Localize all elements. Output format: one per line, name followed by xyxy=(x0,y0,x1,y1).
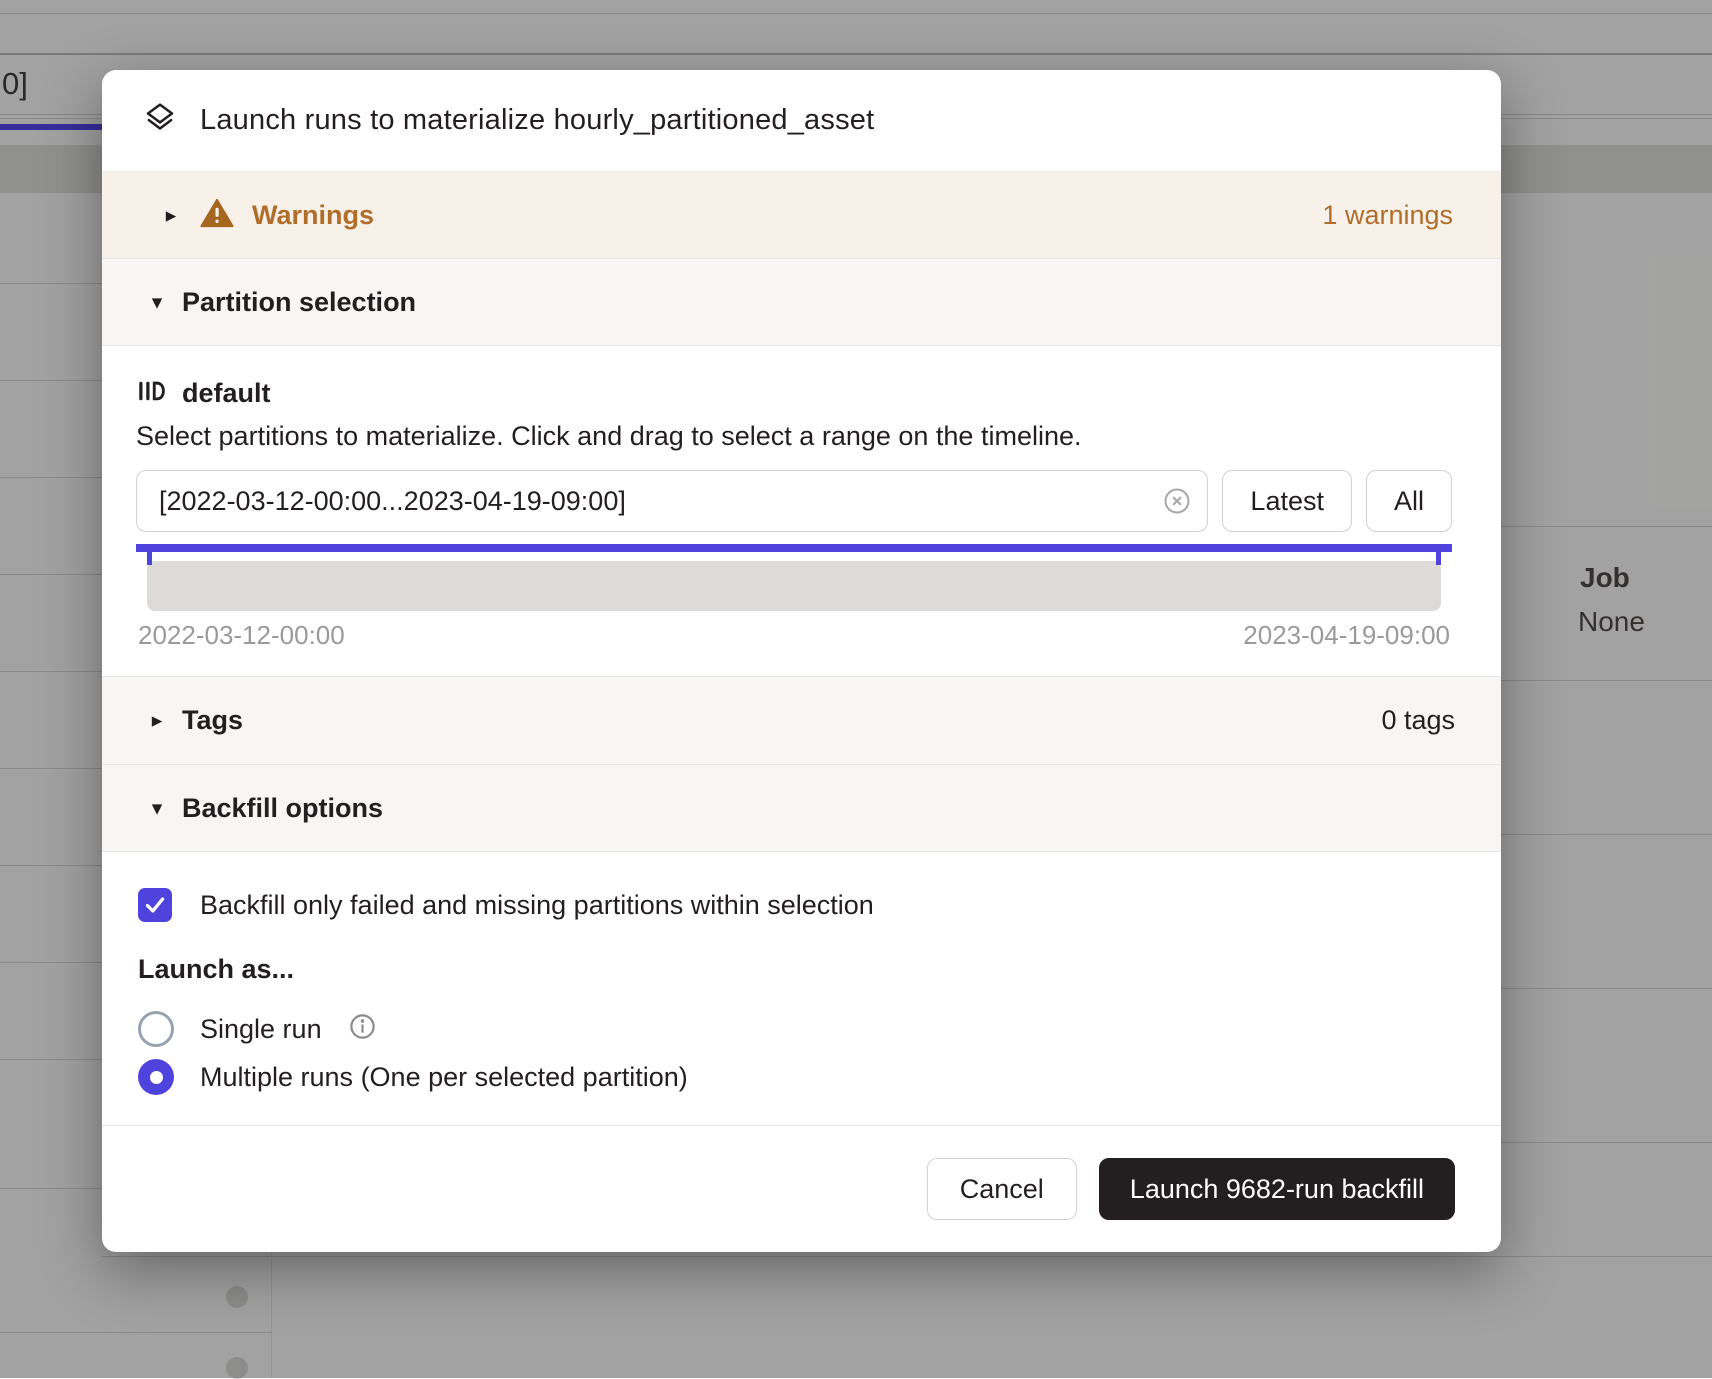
latest-button[interactable]: Latest xyxy=(1222,470,1352,532)
timeline-track[interactable] xyxy=(147,561,1441,611)
partition-selection-header: Partition selection xyxy=(182,287,416,318)
partition-range-row: Latest All xyxy=(136,470,1452,532)
cancel-button[interactable]: Cancel xyxy=(927,1158,1077,1220)
partition-set-icon xyxy=(136,376,166,411)
partition-selection-body: default Select partitions to materialize… xyxy=(102,346,1501,676)
partition-range-input[interactable] xyxy=(136,470,1208,532)
timeline-date-labels: 2022-03-12-00:00 2023-04-19-09:00 xyxy=(136,620,1452,651)
materialize-layers-icon xyxy=(142,100,178,141)
tags-section-toggle[interactable]: ▸ Tags 0 tags xyxy=(102,676,1501,764)
checkbox-checked-icon[interactable] xyxy=(138,888,172,922)
partition-range-input-wrap xyxy=(136,470,1208,532)
dialog-header: Launch runs to materialize hourly_partit… xyxy=(102,70,1501,172)
multiple-runs-label: Multiple runs (One per selected partitio… xyxy=(200,1062,688,1093)
timeline-start-label: 2022-03-12-00:00 xyxy=(138,620,345,651)
partition-dimension-row: default xyxy=(136,376,1452,411)
partition-timeline: 2022-03-12-00:00 2023-04-19-09:00 xyxy=(136,544,1452,651)
backfill-only-failed-label: Backfill only failed and missing partiti… xyxy=(200,890,874,921)
dialog-footer: Cancel Launch 9682-run backfill xyxy=(102,1125,1501,1252)
warning-triangle-icon xyxy=(200,198,234,233)
clear-selection-icon[interactable] xyxy=(1162,486,1192,516)
backfill-options-header: Backfill options xyxy=(182,793,383,824)
timeline-selection-range[interactable] xyxy=(136,544,1452,552)
warnings-label: Warnings xyxy=(252,200,374,231)
backfill-only-failed-checkbox-row[interactable]: Backfill only failed and missing partiti… xyxy=(138,888,1455,922)
backfill-options-section-toggle[interactable]: ▾ Backfill options xyxy=(102,764,1501,852)
all-button[interactable]: All xyxy=(1366,470,1452,532)
radio-unselected-icon[interactable] xyxy=(138,1011,174,1047)
radio-selected-icon[interactable] xyxy=(138,1059,174,1095)
caret-right-icon: ▸ xyxy=(160,205,182,226)
launch-backfill-button[interactable]: Launch 9682-run backfill xyxy=(1099,1158,1455,1220)
caret-down-icon: ▾ xyxy=(146,292,168,313)
partition-dimension-name: default xyxy=(182,378,271,409)
warnings-section-toggle[interactable]: ▸ Warnings 1 warnings xyxy=(102,172,1501,258)
single-run-radio-row[interactable]: Single run xyxy=(138,1005,1455,1053)
caret-down-icon: ▾ xyxy=(146,798,168,819)
launch-backfill-dialog: Launch runs to materialize hourly_partit… xyxy=(102,70,1501,1252)
partition-selection-section-toggle[interactable]: ▾ Partition selection xyxy=(102,258,1501,346)
tags-count-badge: 0 tags xyxy=(1381,705,1455,736)
caret-right-icon: ▸ xyxy=(146,710,168,731)
tags-header: Tags xyxy=(182,705,243,736)
launch-as-label: Launch as... xyxy=(138,954,1455,985)
multiple-runs-radio-row[interactable]: Multiple runs (One per selected partitio… xyxy=(138,1053,1455,1101)
partition-help-text: Select partitions to materialize. Click … xyxy=(136,421,1452,452)
info-icon[interactable] xyxy=(348,1012,377,1046)
timeline-end-label: 2023-04-19-09:00 xyxy=(1243,620,1450,651)
dialog-title: Launch runs to materialize hourly_partit… xyxy=(200,104,874,137)
single-run-label: Single run xyxy=(200,1014,322,1045)
backfill-options-body: Backfill only failed and missing partiti… xyxy=(102,852,1501,1125)
warnings-count-badge: 1 warnings xyxy=(1322,200,1453,231)
